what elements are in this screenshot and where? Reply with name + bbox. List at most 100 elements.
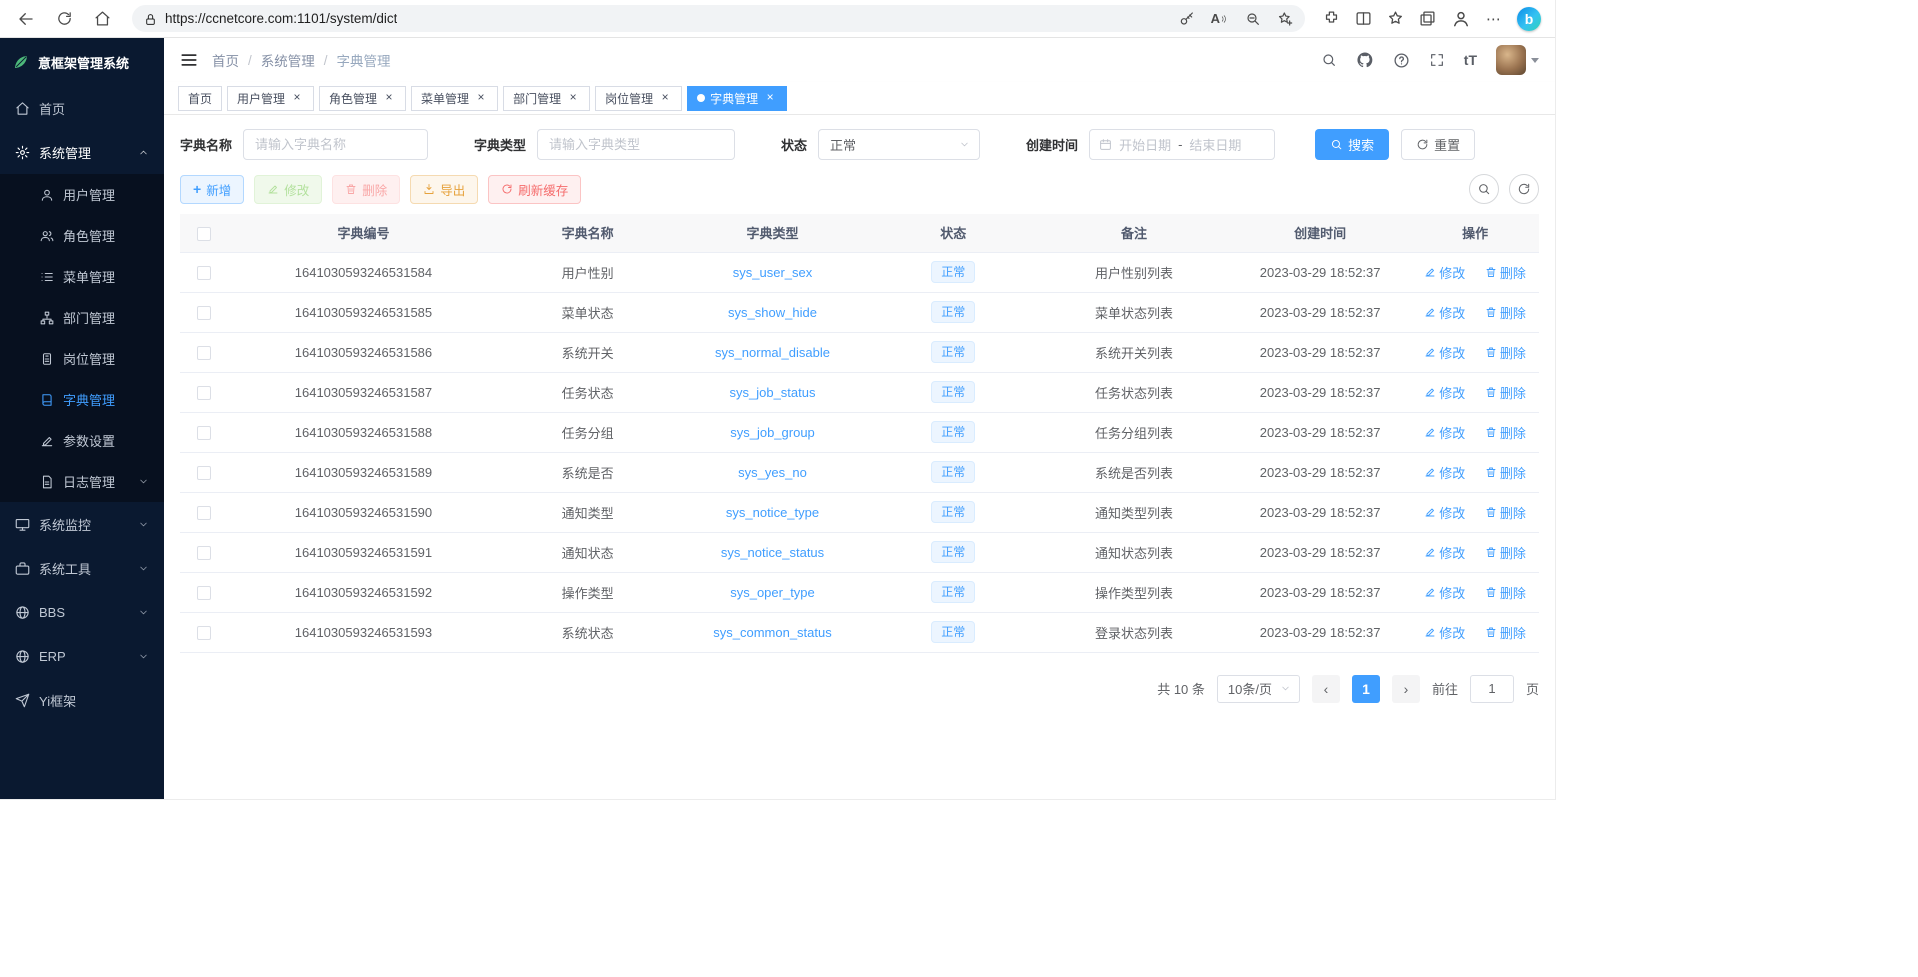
password-key-icon[interactable] — [1179, 10, 1195, 27]
user-menu[interactable] — [1496, 45, 1539, 75]
hamburger-icon[interactable] — [180, 51, 198, 69]
sidebar-item-log-management[interactable]: 日志管理 — [0, 461, 164, 502]
dict-type-link[interactable]: sys_common_status — [713, 625, 832, 640]
browser-more-icon[interactable]: ⋯ — [1486, 10, 1502, 28]
sidebar-item-parameter-settings[interactable]: 参数设置 — [0, 420, 164, 461]
table-row[interactable]: 1641030593246531586 系统开关 sys_normal_disa… — [180, 332, 1539, 372]
sidebar-item-role-management[interactable]: 角色管理 — [0, 215, 164, 256]
date-range-input[interactable]: 开始日期 - 结束日期 — [1089, 129, 1275, 160]
row-edit-button[interactable]: 修改 — [1424, 503, 1465, 522]
tab-首页[interactable]: 首页 — [178, 86, 222, 111]
select-all-checkbox[interactable] — [197, 227, 211, 241]
refresh-page-icon[interactable] — [48, 4, 80, 34]
next-page-button[interactable]: › — [1392, 675, 1420, 703]
tab-岗位管理[interactable]: 岗位管理× — [595, 86, 682, 111]
fullscreen-icon[interactable] — [1429, 52, 1445, 68]
row-checkbox[interactable] — [197, 306, 211, 320]
collections-icon[interactable] — [1419, 10, 1436, 27]
dict-type-link[interactable]: sys_notice_type — [726, 505, 819, 520]
dict-type-link[interactable]: sys_normal_disable — [715, 345, 830, 360]
row-delete-button[interactable]: 删除 — [1485, 383, 1526, 402]
table-row[interactable]: 1641030593246531588 任务分组 sys_job_group 正… — [180, 412, 1539, 452]
row-edit-button[interactable]: 修改 — [1424, 303, 1465, 322]
tab-字典管理[interactable]: 字典管理× — [687, 86, 787, 111]
address-bar[interactable]: https://ccnetcore.com:1101/system/dict A — [132, 5, 1305, 32]
row-delete-button[interactable]: 删除 — [1485, 423, 1526, 442]
tab-close-icon[interactable]: × — [658, 91, 672, 105]
row-delete-button[interactable]: 删除 — [1485, 583, 1526, 602]
sidebar-item-home[interactable]: 首页 — [0, 86, 164, 130]
sidebar-item-yi-framework[interactable]: Yi框架 — [0, 678, 164, 722]
tab-close-icon[interactable]: × — [382, 91, 396, 105]
row-checkbox[interactable] — [197, 546, 211, 560]
row-edit-button[interactable]: 修改 — [1424, 343, 1465, 362]
table-row[interactable]: 1641030593246531591 通知状态 sys_notice_stat… — [180, 532, 1539, 572]
tab-用户管理[interactable]: 用户管理× — [227, 86, 314, 111]
dict-type-link[interactable]: sys_oper_type — [730, 585, 815, 600]
back-icon[interactable] — [10, 4, 42, 34]
row-delete-button[interactable]: 删除 — [1485, 263, 1526, 282]
site-lock-icon[interactable] — [144, 11, 157, 26]
sidebar-item-system-management[interactable]: 系统管理 — [0, 130, 164, 174]
sidebar-item-erp[interactable]: ERP — [0, 634, 164, 678]
avatar[interactable] — [1496, 45, 1526, 75]
table-row[interactable]: 1641030593246531590 通知类型 sys_notice_type… — [180, 492, 1539, 532]
help-icon[interactable] — [1393, 52, 1410, 69]
tab-部门管理[interactable]: 部门管理× — [503, 86, 590, 111]
sidebar-item-system-tools[interactable]: 系统工具 — [0, 546, 164, 590]
delete-button[interactable]: 删除 — [332, 175, 400, 204]
dict-type-link[interactable]: sys_job_group — [730, 425, 815, 440]
row-edit-button[interactable]: 修改 — [1424, 263, 1465, 282]
table-row[interactable]: 1641030593246531584 用户性别 sys_user_sex 正常… — [180, 252, 1539, 292]
row-checkbox[interactable] — [197, 266, 211, 280]
reset-button[interactable]: 重置 — [1401, 129, 1475, 160]
row-delete-button[interactable]: 删除 — [1485, 503, 1526, 522]
add-favorite-icon[interactable] — [1277, 10, 1293, 27]
sidebar-item-post-management[interactable]: 岗位管理 — [0, 338, 164, 379]
refresh-table-button[interactable] — [1509, 174, 1539, 204]
breadcrumb-home[interactable]: 首页 — [212, 50, 239, 70]
sidebar-item-system-monitor[interactable]: 系统监控 — [0, 502, 164, 546]
row-checkbox[interactable] — [197, 426, 211, 440]
table-row[interactable]: 1641030593246531589 系统是否 sys_yes_no 正常 系… — [180, 452, 1539, 492]
favorites-bar-icon[interactable] — [1387, 10, 1404, 27]
row-delete-button[interactable]: 删除 — [1485, 343, 1526, 362]
zoom-out-icon[interactable] — [1245, 10, 1261, 27]
sidebar-item-department-management[interactable]: 部门管理 — [0, 297, 164, 338]
toggle-search-button[interactable] — [1469, 174, 1499, 204]
prev-page-button[interactable]: ‹ — [1312, 675, 1340, 703]
search-button[interactable]: 搜索 — [1315, 129, 1389, 160]
row-delete-button[interactable]: 删除 — [1485, 463, 1526, 482]
tab-菜单管理[interactable]: 菜单管理× — [411, 86, 498, 111]
header-search-icon[interactable] — [1321, 52, 1337, 68]
dict-type-link[interactable]: sys_yes_no — [738, 465, 807, 480]
add-button[interactable]: +新增 — [180, 175, 244, 204]
browser-home-icon[interactable] — [86, 4, 118, 34]
table-row[interactable]: 1641030593246531587 任务状态 sys_job_status … — [180, 372, 1539, 412]
row-delete-button[interactable]: 删除 — [1485, 303, 1526, 322]
split-screen-icon[interactable] — [1355, 10, 1372, 27]
dict-type-input[interactable] — [537, 129, 735, 160]
row-checkbox[interactable] — [197, 626, 211, 640]
table-row[interactable]: 1641030593246531592 操作类型 sys_oper_type 正… — [180, 572, 1539, 612]
row-checkbox[interactable] — [197, 386, 211, 400]
row-checkbox[interactable] — [197, 466, 211, 480]
tab-close-icon[interactable]: × — [290, 91, 304, 105]
extensions-icon[interactable] — [1323, 10, 1340, 27]
table-row[interactable]: 1641030593246531593 系统状态 sys_common_stat… — [180, 612, 1539, 652]
row-edit-button[interactable]: 修改 — [1424, 463, 1465, 482]
breadcrumb-system[interactable]: 系统管理 — [261, 50, 315, 70]
row-edit-button[interactable]: 修改 — [1424, 423, 1465, 442]
edit-button[interactable]: 修改 — [254, 175, 322, 204]
bing-discover-icon[interactable]: b — [1517, 7, 1541, 31]
row-delete-button[interactable]: 删除 — [1485, 543, 1526, 562]
github-icon[interactable] — [1356, 51, 1374, 69]
row-edit-button[interactable]: 修改 — [1424, 623, 1465, 642]
tab-close-icon[interactable]: × — [763, 91, 777, 105]
dict-type-link[interactable]: sys_job_status — [730, 385, 816, 400]
sidebar-item-dict-management[interactable]: 字典管理 — [0, 379, 164, 420]
goto-page-input[interactable] — [1470, 675, 1514, 703]
dict-type-link[interactable]: sys_notice_status — [721, 545, 824, 560]
dict-name-input[interactable] — [243, 129, 428, 160]
refresh-cache-button[interactable]: 刷新缓存 — [488, 175, 581, 204]
